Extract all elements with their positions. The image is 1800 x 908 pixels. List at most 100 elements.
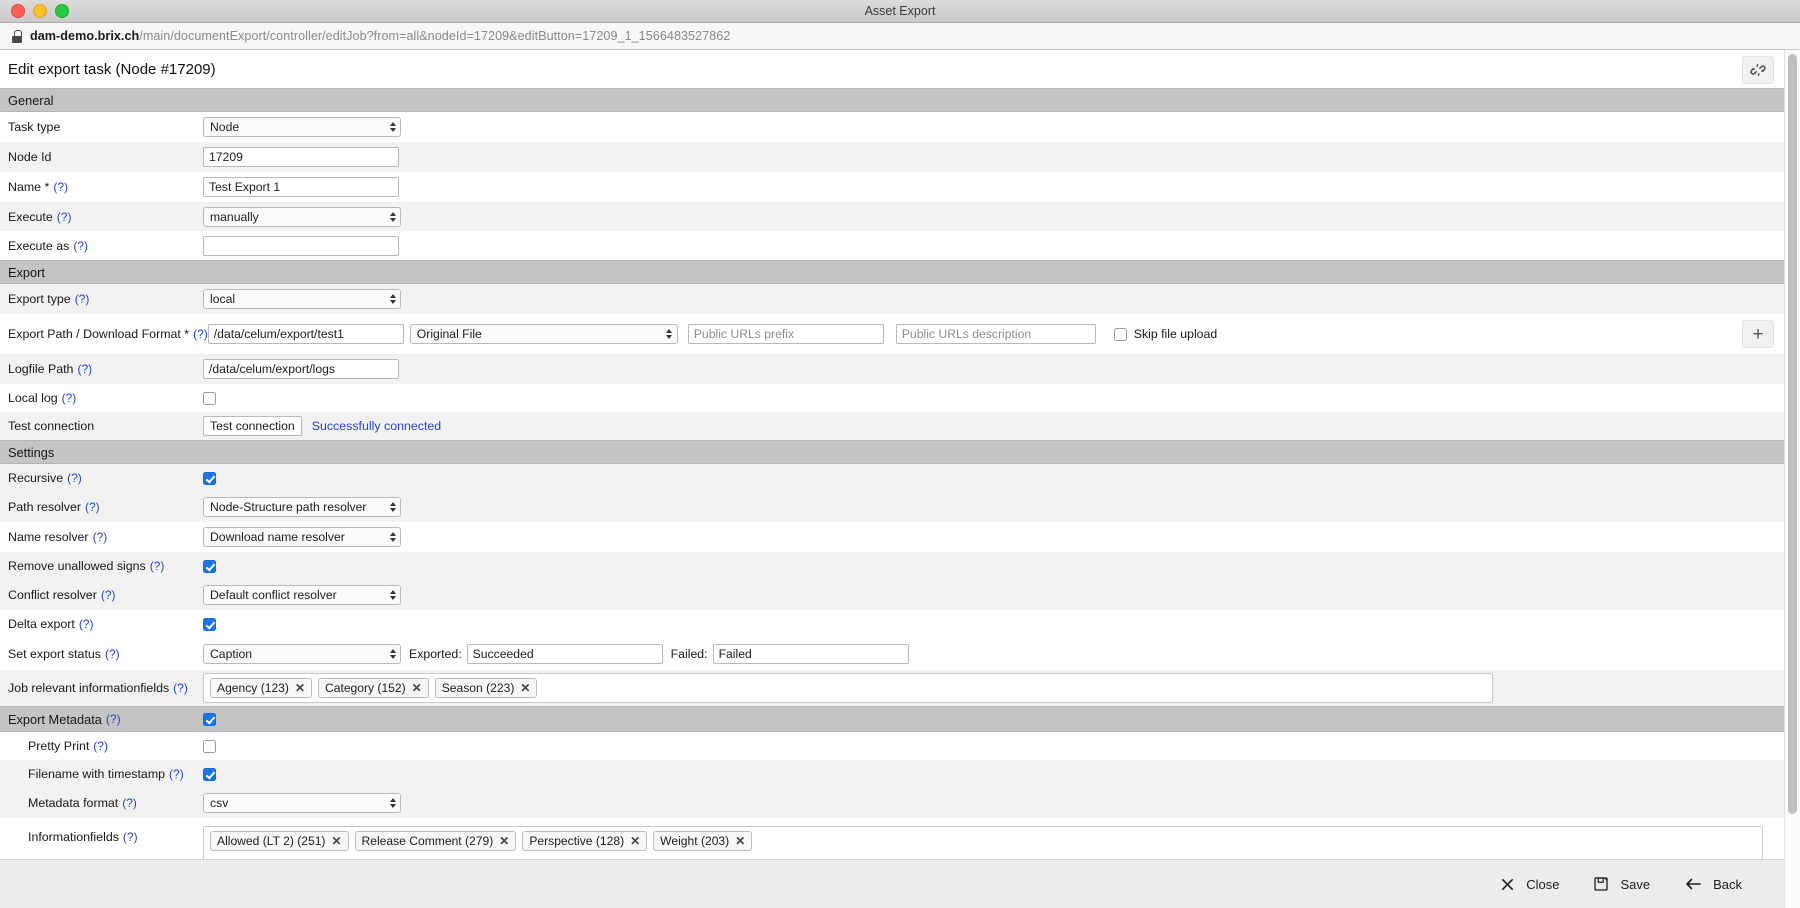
export-metadata-checkbox[interactable]: [203, 712, 216, 726]
failed-status-input[interactable]: [712, 644, 909, 664]
node-id-input[interactable]: [203, 147, 399, 167]
help-icon-set-export-status[interactable]: (?): [105, 647, 120, 661]
help-icon-metadata-format[interactable]: (?): [122, 796, 137, 810]
scrollbar-thumb[interactable]: [1788, 54, 1797, 814]
arrow-left-icon: [1686, 878, 1701, 890]
public-urls-description-input[interactable]: [895, 324, 1096, 344]
path-resolver-select[interactable]: Node-Structure path resolver: [203, 497, 401, 517]
help-icon-export-type[interactable]: (?): [75, 292, 90, 306]
row-conflict-resolver: Conflict resolver (?) Default conflict r…: [0, 580, 1784, 610]
help-icon-name[interactable]: (?): [53, 180, 68, 194]
conflict-resolver-select-wrap: Default conflict resolver: [203, 585, 401, 605]
tag-chip[interactable]: Allowed (LT 2) (251) ✕: [210, 831, 349, 851]
metadata-format-select[interactable]: csv: [203, 793, 401, 813]
tag-remove-icon[interactable]: ✕: [499, 834, 509, 848]
skip-file-upload-label: Skip file upload: [1133, 327, 1218, 341]
tag-chip[interactable]: Perspective (128) ✕: [522, 831, 648, 851]
help-icon-job-relevant-informationfields[interactable]: (?): [173, 681, 188, 695]
close-x-icon: [1502, 878, 1514, 890]
job-relevant-informationfields-tagbox[interactable]: Agency (123) ✕ Category (152) ✕ Season (223)…: [203, 673, 1493, 703]
help-icon-local-log[interactable]: (?): [62, 391, 77, 405]
export-task-form: General Task type Node Node Id 17209 Nam…: [0, 88, 1784, 859]
task-type-select[interactable]: Node: [203, 117, 401, 137]
label-export-metadata: Export Metadata (?): [8, 711, 121, 727]
recursive-checkbox[interactable]: [203, 471, 216, 485]
test-connection-button[interactable]: Test connection: [203, 416, 302, 436]
tag-remove-icon[interactable]: ✕: [630, 834, 640, 848]
browser-window: Asset Export dam-demo.brix.ch/main/docum…: [0, 0, 1800, 908]
execute-as-input[interactable]: [203, 235, 399, 256]
tag-remove-icon[interactable]: ✕: [331, 834, 341, 848]
local-log-checkbox[interactable]: [203, 391, 216, 405]
label-task-type: Task type: [8, 120, 61, 134]
minimize-window-button[interactable]: [33, 4, 47, 18]
address-bar[interactable]: dam-demo.brix.ch/main/documentExport/con…: [0, 23, 1800, 50]
section-export: Export: [0, 260, 1784, 284]
skip-file-upload-checkbox[interactable]: [1113, 327, 1127, 341]
row-name-resolver: Name resolver (?) Download name resolver: [0, 522, 1784, 552]
tag-remove-icon[interactable]: ✕: [295, 681, 305, 695]
tag-label: Weight (203): [660, 834, 730, 848]
row-recursive: Recursive (?): [0, 464, 1784, 492]
help-icon-export-metadata[interactable]: (?): [106, 712, 121, 726]
tag-chip[interactable]: Agency (123) ✕: [210, 678, 312, 698]
vertical-scrollbar[interactable]: [1784, 50, 1800, 908]
help-icon-conflict-resolver[interactable]: (?): [101, 588, 116, 602]
help-icon-name-resolver[interactable]: (?): [93, 530, 108, 544]
row-job-relevant-informationfields: Job relevant informationfields (?) Agenc…: [0, 670, 1784, 706]
page-title: Edit export task (Node #17209): [8, 60, 216, 78]
help-icon-informationfields[interactable]: (?): [123, 830, 138, 844]
label-node-id: Node Id: [8, 150, 52, 164]
tag-chip[interactable]: Season (223) ✕: [434, 678, 538, 698]
execute-select[interactable]: manually: [203, 206, 401, 227]
close-window-button[interactable]: [11, 4, 25, 18]
tag-chip[interactable]: Release Comment (279) ✕: [354, 831, 517, 851]
download-format-select[interactable]: Original File: [409, 324, 678, 344]
export-path-input[interactable]: [207, 324, 404, 344]
help-icon-remove-unallowed-signs[interactable]: (?): [150, 559, 165, 573]
row-local-log: Local log (?): [0, 384, 1784, 412]
save-button[interactable]: Save: [1593, 876, 1650, 892]
remove-unallowed-signs-checkbox[interactable]: [203, 559, 216, 573]
maximize-window-button[interactable]: [55, 4, 69, 18]
tag-chip[interactable]: Category (152) ✕: [318, 678, 429, 698]
broken-link-icon[interactable]: [1742, 56, 1774, 84]
tag-remove-icon[interactable]: ✕: [520, 681, 530, 695]
help-icon-export-path[interactable]: (?): [193, 327, 208, 341]
help-icon-execute-as[interactable]: (?): [73, 239, 88, 253]
name-resolver-select[interactable]: Download name resolver: [203, 527, 401, 547]
row-execute-as: Execute as (?): [0, 231, 1784, 260]
informationfields-tagbox[interactable]: Allowed (LT 2) (251) ✕ Release Comment (27…: [203, 826, 1763, 859]
tag-chip[interactable]: Weight (203) ✕: [653, 831, 753, 851]
name-input[interactable]: [203, 177, 399, 197]
help-icon-filename-with-timestamp[interactable]: (?): [169, 767, 184, 781]
delta-export-checkbox[interactable]: [203, 617, 216, 631]
filename-with-timestamp-checkbox[interactable]: [203, 767, 216, 781]
close-button[interactable]: Close: [1500, 877, 1559, 892]
conflict-resolver-select[interactable]: Default conflict resolver: [203, 585, 401, 605]
section-export-label: Export: [8, 264, 45, 280]
help-icon-logfile-path[interactable]: (?): [77, 362, 92, 376]
tag-remove-icon[interactable]: ✕: [735, 834, 745, 848]
label-job-relevant-informationfields: Job relevant informationfields (?): [8, 681, 188, 695]
logfile-path-input[interactable]: [203, 359, 399, 379]
help-icon-execute[interactable]: (?): [57, 210, 72, 224]
help-icon-recursive[interactable]: (?): [67, 471, 82, 485]
exported-status-input[interactable]: [466, 644, 663, 664]
add-export-path-button[interactable]: +: [1742, 320, 1774, 348]
tag-remove-icon[interactable]: ✕: [412, 681, 422, 695]
label-informationfields: Informationfields (?): [28, 830, 138, 844]
pretty-print-checkbox[interactable]: [203, 739, 216, 753]
row-test-connection: Test connection Test connection Successf…: [0, 412, 1784, 440]
export-type-select[interactable]: local: [203, 289, 401, 309]
set-export-status-select[interactable]: Caption: [203, 644, 401, 664]
label-path-resolver: Path resolver (?): [8, 500, 100, 514]
help-icon-path-resolver[interactable]: (?): [85, 500, 100, 514]
label-execute-as: Execute as (?): [8, 238, 88, 253]
public-urls-prefix-input[interactable]: [687, 324, 884, 344]
help-icon-delta-export[interactable]: (?): [79, 617, 94, 631]
help-icon-pretty-print[interactable]: (?): [93, 739, 108, 753]
window-controls: [0, 4, 69, 18]
row-name: Name * (?): [0, 172, 1784, 202]
back-button[interactable]: Back: [1684, 876, 1742, 892]
